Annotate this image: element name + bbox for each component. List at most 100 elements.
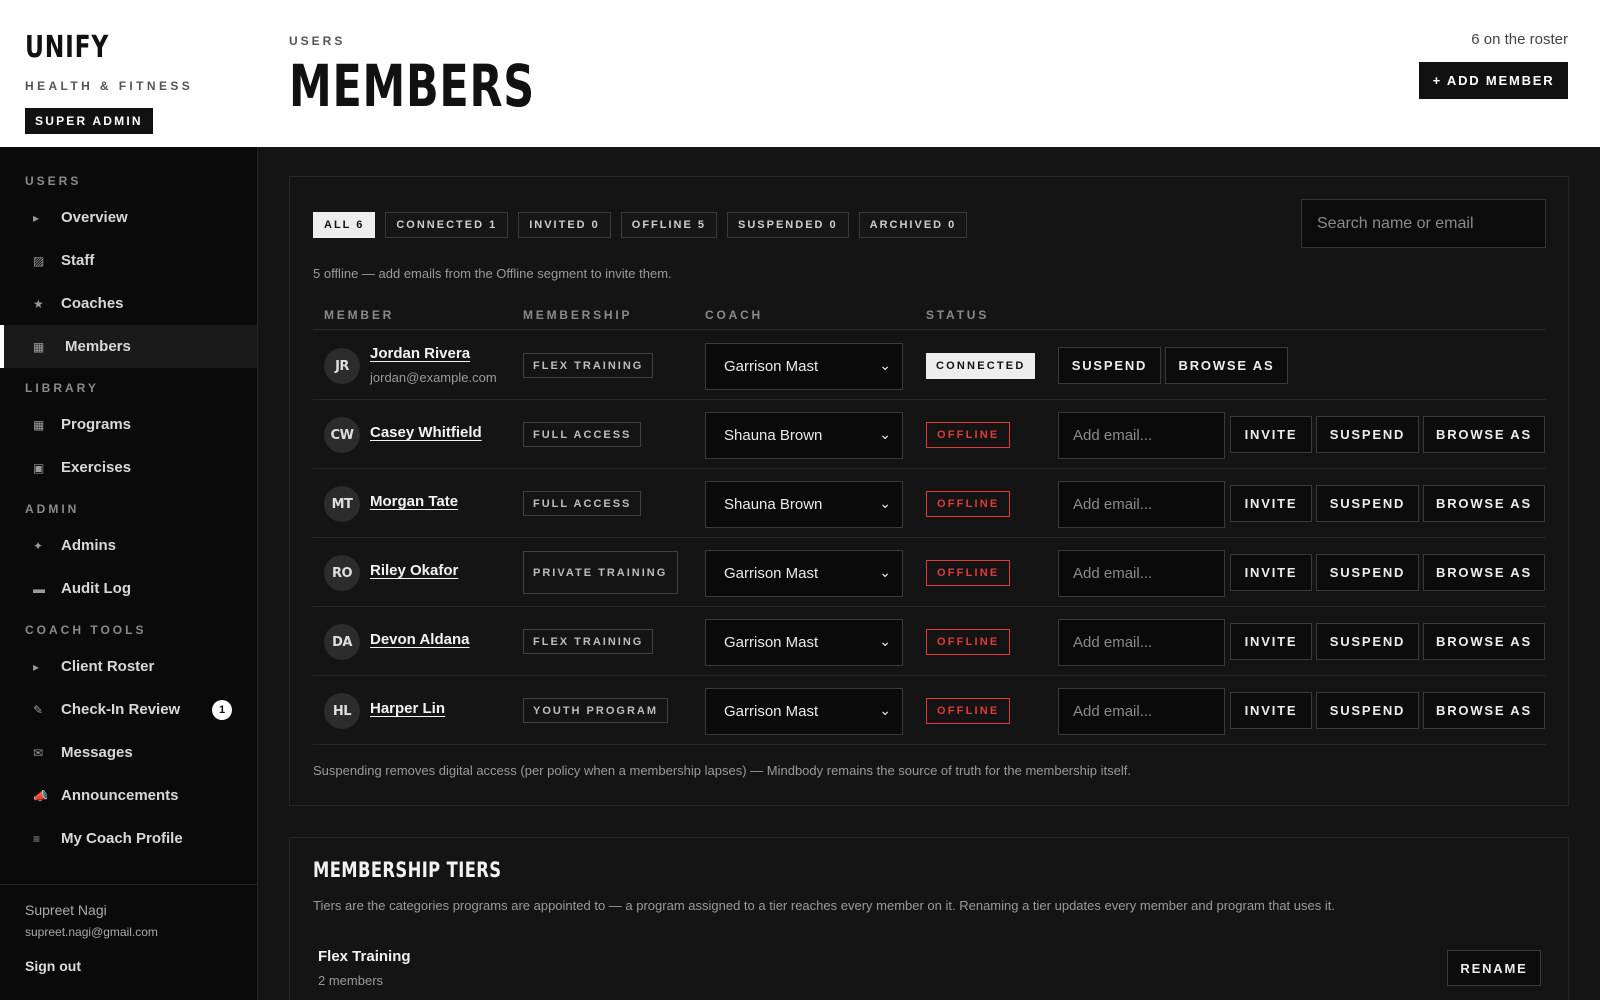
avatar: DA (324, 624, 360, 660)
sidebar-item-messages[interactable]: ✉ Messages (0, 731, 257, 774)
member-name-link[interactable]: Riley Okafor (370, 562, 458, 579)
sidebar-item-exercises[interactable]: ▣ Exercises (0, 446, 257, 489)
sidebar-item-staff[interactable]: ▨ Staff (0, 239, 257, 282)
sidebar-item-admins[interactable]: ✦ Admins (0, 524, 257, 567)
sign-out-link[interactable]: Sign out (25, 958, 81, 974)
filter-all[interactable]: ALL 6 (313, 212, 376, 238)
user-email: supreet.nagi@gmail.com (25, 925, 158, 939)
tier-member-count: 2 members (318, 973, 384, 988)
suspend-button[interactable]: SUSPEND (1316, 416, 1419, 453)
page-title: MEMBERS (289, 52, 535, 120)
square-icon: ▦ (33, 417, 45, 432)
browse-as-button[interactable]: BROWSE AS (1423, 485, 1545, 522)
breadcrumb: USERS (289, 34, 346, 48)
browse-as-button[interactable]: BROWSE AS (1423, 692, 1545, 729)
email-field[interactable] (1058, 481, 1225, 528)
rename-button[interactable]: RENAME (1447, 950, 1541, 986)
filter-archived[interactable]: ARCHIVED 0 (858, 212, 968, 238)
filter-offline[interactable]: OFFLINE 5 (620, 212, 718, 238)
filter-invited[interactable]: INVITED 0 (518, 212, 611, 238)
table-row: CW Casey Whitfield FULL ACCESS Shauna Br… (313, 400, 1546, 469)
member-name-link[interactable]: Harper Lin (370, 700, 445, 717)
member-name-link[interactable]: Morgan Tate (370, 493, 458, 510)
status-badge: OFFLINE (926, 698, 1011, 724)
sidebar-item-audit-log[interactable]: ▬ Audit Log (0, 567, 257, 610)
section-title: MEMBERSHIP TIERS (313, 858, 502, 882)
sidebar-item-client-roster[interactable]: ▸ Client Roster (0, 645, 257, 688)
sparkle-icon: ✦ (33, 538, 44, 553)
coach-select[interactable]: Garrison Mast ⌄ (705, 688, 903, 735)
square-outline-icon: ▣ (33, 460, 45, 475)
section-description: Tiers are the categories programs are ap… (313, 898, 1335, 913)
avatar: JR (324, 348, 360, 384)
sidebar-item-coaches[interactable]: ★ Coaches (0, 282, 257, 325)
brand: UNIFY HEALTH & FITNESS (25, 30, 193, 93)
member-name-link[interactable]: Devon Aldana (370, 631, 469, 648)
sidebar-item-programs[interactable]: ▦ Programs (0, 403, 257, 446)
sidebar-item-label: Members (65, 338, 131, 355)
browse-as-button[interactable]: BROWSE AS (1165, 347, 1288, 384)
membership-tier-badge: YOUTH PROGRAM (523, 698, 668, 723)
sidebar-item-label: Messages (61, 744, 133, 761)
sidebar-item-label: Overview (61, 209, 128, 226)
membership-tier-badge: FULL ACCESS (523, 491, 642, 516)
invite-button[interactable]: INVITE (1230, 554, 1312, 591)
filter-connected[interactable]: CONNECTED 1 (385, 212, 509, 238)
sidebar-item-members[interactable]: ▦ Members (0, 325, 257, 368)
membership-tier-badge: FLEX TRAINING (523, 629, 654, 654)
table-row: JR Jordan Rivera jordan@example.com FLEX… (313, 331, 1546, 400)
coach-select[interactable]: Shauna Brown ⌄ (705, 412, 903, 459)
membership-tier-badge: FLEX TRAINING (523, 353, 654, 378)
browse-as-button[interactable]: BROWSE AS (1423, 554, 1545, 591)
tier-name: Flex Training (318, 948, 411, 965)
sidebar-item-label: Coaches (61, 295, 124, 312)
column-membership: MEMBERSHIP (523, 308, 633, 322)
sidebar-item-label: Check-In Review (61, 701, 181, 718)
email-field[interactable] (1058, 550, 1225, 597)
caret-right-icon: ▸ (33, 659, 40, 674)
chevron-down-icon: ⌄ (879, 633, 891, 649)
sidebar-item-label: Exercises (61, 459, 132, 476)
membership-tier-badge: PRIVATE TRAINING (523, 551, 678, 594)
email-field[interactable] (1058, 619, 1225, 666)
invite-button[interactable]: INVITE (1230, 623, 1312, 660)
sidebar-item-my-coach-profile[interactable]: ≡ My Coach Profile (0, 817, 257, 860)
suspend-button[interactable]: SUSPEND (1058, 347, 1161, 384)
sidebar-item-overview[interactable]: ▸ Overview (0, 196, 257, 239)
invite-button[interactable]: INVITE (1230, 485, 1312, 522)
invite-button[interactable]: INVITE (1230, 692, 1312, 729)
megaphone-icon: 📣 (33, 788, 48, 803)
suspend-button[interactable]: SUSPEND (1316, 554, 1419, 591)
search-input[interactable] (1301, 199, 1546, 248)
coach-select[interactable]: Garrison Mast ⌄ (705, 619, 903, 666)
coach-select[interactable]: Garrison Mast ⌄ (705, 550, 903, 597)
menu-icon: ≡ (33, 831, 41, 846)
coach-select[interactable]: Garrison Mast ⌄ (705, 343, 903, 390)
coach-select[interactable]: Shauna Brown ⌄ (705, 481, 903, 528)
avatar: HL (324, 693, 360, 729)
add-member-button[interactable]: + ADD MEMBER (1419, 62, 1568, 99)
brand-logo[interactable]: UNIFY (25, 30, 156, 65)
sidebar-item-label: Client Roster (61, 658, 155, 675)
browse-as-button[interactable]: BROWSE AS (1423, 416, 1545, 453)
email-field[interactable] (1058, 688, 1225, 735)
member-name-link[interactable]: Jordan Rivera (370, 345, 470, 362)
suspend-button[interactable]: SUSPEND (1316, 485, 1419, 522)
email-field[interactable] (1058, 412, 1225, 459)
status-badge: OFFLINE (926, 629, 1011, 655)
sidebar-item-label: Staff (61, 252, 95, 269)
notification-badge: 1 (212, 699, 232, 720)
nav-section-admin: ADMIN (25, 502, 80, 516)
member-name-link[interactable]: Casey Whitfield (370, 424, 482, 441)
avatar: MT (324, 486, 360, 522)
status-badge: OFFLINE (926, 491, 1011, 517)
filter-suspended[interactable]: SUSPENDED 0 (727, 212, 849, 238)
sidebar-item-check-in-review[interactable]: ✎ Check-In Review 1 (0, 688, 257, 731)
browse-as-button[interactable]: BROWSE AS (1423, 623, 1545, 660)
invite-button[interactable]: INVITE (1230, 416, 1312, 453)
sidebar-item-label: Programs (61, 416, 132, 433)
sidebar-item-announcements[interactable]: 📣 Announcements (0, 774, 257, 817)
suspend-button[interactable]: SUSPEND (1316, 623, 1419, 660)
suspend-button[interactable]: SUSPEND (1316, 692, 1419, 729)
user-name: Supreet Nagi (25, 902, 107, 918)
